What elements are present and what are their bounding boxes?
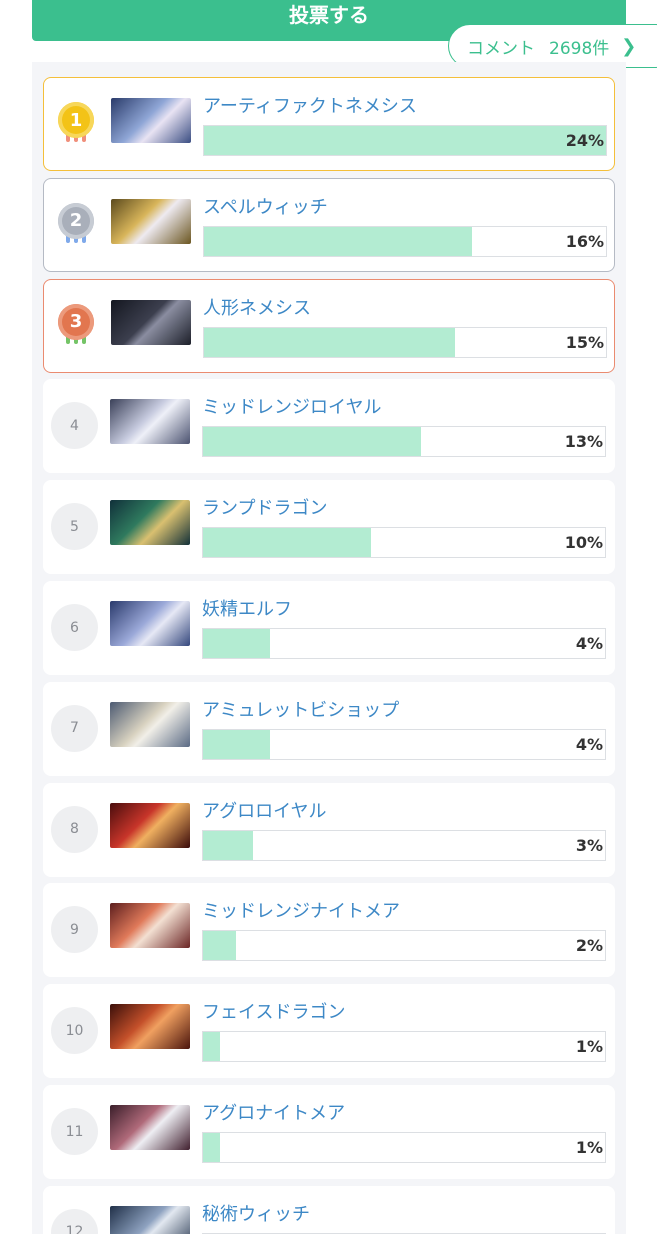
vote-percentage-bar: 13% [202, 426, 606, 458]
ranking-item[interactable]: 10 フェイスドラゴン 1% [43, 984, 615, 1079]
vote-percentage: 4% [575, 734, 603, 754]
bar-fill [204, 126, 606, 155]
vote-percentage-bar: 4% [202, 728, 606, 760]
deck-thumbnail [110, 701, 190, 747]
deck-name: ミッドレンジロイヤル [202, 397, 382, 419]
ranking-item[interactable]: 8 アグロロイヤル 3% [43, 782, 615, 877]
bar-fill [203, 1032, 220, 1062]
ranking-item[interactable]: 11 アグロナイトメア 1% [43, 1085, 615, 1179]
rank-number: 3 [58, 303, 94, 340]
deck-thumbnail [110, 903, 190, 949]
vote-percentage-bar: 1% [202, 1031, 606, 1063]
vote-percentage: 2% [575, 936, 603, 956]
rank-number: 1 [58, 102, 94, 138]
vote-percentage: 13% [564, 432, 603, 452]
ranking-list: 1 アーティファクトネメシス 24% 2 スペルウィッチ 16% 3 人形ネメシス 15% 4 ミッ… [32, 62, 626, 1234]
vote-percentage-bar: 2% [202, 930, 606, 962]
silver-medal-icon: 2 [58, 202, 94, 251]
comment-count: 2698件 [549, 38, 610, 59]
deck-name: フェイスドラゴン [202, 1002, 346, 1024]
vote-percentage: 3% [575, 835, 603, 855]
rank-number: 2 [58, 202, 94, 239]
rank-number: 11 [51, 1108, 98, 1155]
ranking-item[interactable]: 4 ミッドレンジロイヤル 13% [43, 379, 615, 474]
deck-name: アーティファクトネメシス [203, 96, 417, 117]
deck-name: アグロナイトメア [202, 1103, 346, 1124]
bar-fill [203, 931, 237, 961]
bar-fill [204, 226, 473, 256]
rank-number: 9 [51, 906, 98, 954]
vote-percentage-bar: 4% [202, 628, 606, 659]
bar-fill [203, 528, 371, 558]
bar-fill [203, 1133, 220, 1162]
bar-fill [204, 327, 456, 357]
bar-fill [203, 629, 271, 658]
gold-medal-icon: 1 [58, 102, 94, 150]
bar-fill [203, 830, 254, 860]
rank-number: 12 [51, 1208, 98, 1234]
vote-percentage: 24% [565, 131, 604, 150]
vote-percentage: 16% [565, 231, 604, 251]
chevron-right-icon: ❯ [621, 35, 637, 57]
deck-thumbnail [111, 198, 191, 244]
vote-percentage: 10% [564, 533, 603, 553]
deck-name: 妖精エルフ [202, 599, 292, 620]
deck-name: 人形ネメシス [203, 297, 311, 319]
vote-percentage: 1% [575, 1138, 603, 1157]
rank-number: 5 [51, 503, 98, 551]
ranking-item[interactable]: 7 アミュレットビショップ 4% [43, 681, 615, 776]
deck-thumbnail [110, 601, 190, 646]
vote-percentage: 15% [565, 332, 604, 352]
deck-thumbnail [111, 98, 191, 143]
ranking-item[interactable]: 2 スペルウィッチ 16% [43, 177, 615, 272]
vote-percentage: 4% [575, 634, 603, 653]
deck-thumbnail [110, 802, 190, 848]
bar-fill [203, 427, 421, 457]
vote-button-label: 投票する [289, 3, 369, 27]
rank-number: 4 [51, 402, 98, 450]
deck-name: アグロロイヤル [202, 800, 327, 822]
rank-number: 8 [51, 805, 98, 853]
ranking-item[interactable]: 12 秘術ウィッチ [43, 1185, 615, 1234]
deck-thumbnail [110, 500, 190, 546]
deck-thumbnail [110, 399, 190, 445]
deck-thumbnail [110, 1105, 190, 1150]
bronze-medal-icon: 3 [58, 303, 94, 352]
vote-percentage-bar: 10% [202, 527, 606, 559]
vote-percentage-bar: 16% [203, 225, 607, 257]
vote-percentage-bar: 1% [202, 1132, 606, 1163]
ranking-item[interactable]: 3 人形ネメシス 15% [43, 278, 615, 373]
rank-number: 6 [51, 604, 98, 651]
bar-fill [203, 729, 271, 759]
comment-label: コメント [467, 38, 535, 59]
vote-percentage: 1% [575, 1037, 603, 1057]
vote-percentage-bar: 15% [203, 326, 607, 358]
deck-name: 秘術ウィッチ [202, 1203, 310, 1225]
rank-number: 10 [51, 1007, 98, 1055]
ranking-item[interactable]: 9 ミッドレンジナイトメア 2% [43, 883, 615, 978]
ranking-item[interactable]: 6 妖精エルフ 4% [43, 581, 615, 675]
deck-name: ランプドラゴン [202, 498, 328, 520]
ranking-item[interactable]: 1 アーティファクトネメシス 24% [43, 77, 615, 171]
rank-number: 7 [51, 704, 98, 752]
deck-name: アミュレットビショップ [202, 699, 400, 721]
deck-thumbnail [110, 1205, 190, 1234]
deck-name: スペルウィッチ [203, 196, 328, 218]
vote-percentage-bar: 24% [203, 125, 607, 156]
deck-thumbnail [110, 1004, 190, 1050]
deck-thumbnail [111, 299, 191, 345]
ranking-item[interactable]: 5 ランプドラゴン 10% [43, 480, 615, 575]
deck-name: ミッドレンジナイトメア [202, 901, 400, 923]
vote-percentage-bar: 3% [202, 829, 606, 861]
